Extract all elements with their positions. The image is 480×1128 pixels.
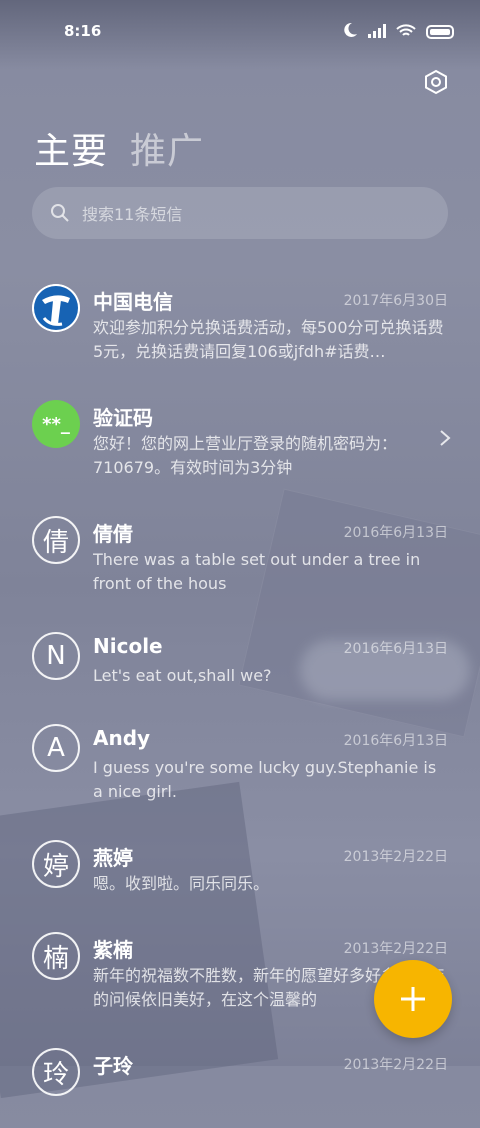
- wifi-icon: [396, 23, 416, 42]
- conversation-name: Andy: [93, 726, 151, 750]
- conversation-item[interactable]: 玲 子玲 2013年2月22日: [0, 1036, 480, 1128]
- conversation-date: 2016年6月13日: [343, 733, 448, 749]
- conversation-name: 燕婷: [93, 846, 133, 870]
- conversation-date: 2013年2月22日: [343, 849, 448, 865]
- battery-icon: [426, 25, 454, 39]
- avatar: 婷: [32, 840, 80, 888]
- conversation-item[interactable]: 倩 倩倩 2016年6月13日 There was a table set ou…: [0, 504, 480, 620]
- conversation-name: Nicole: [93, 634, 163, 658]
- conversation-preview: Let's eat out,shall we?: [93, 666, 272, 685]
- avatar: 玲: [32, 1048, 80, 1096]
- conversation-date: 2013年2月22日: [343, 1057, 448, 1073]
- conversation-name: 验证码: [93, 406, 153, 430]
- conversation-preview: 欢迎参加积分兑换话费活动，每500分可兑换话费5元，兑换话费请回复106或jfd…: [93, 318, 444, 361]
- conversation-name: 倩倩: [93, 522, 133, 546]
- conversation-date: 2013年2月22日: [343, 941, 448, 957]
- gear-icon: [425, 69, 447, 95]
- tab-main[interactable]: 主要: [34, 122, 108, 174]
- avatar: A: [32, 724, 80, 772]
- tab-bar: 主要 推广: [34, 122, 204, 174]
- moon-icon: [342, 22, 358, 42]
- search-input[interactable]: 搜索11条短信: [32, 187, 448, 239]
- conversation-preview: 嗯。收到啦。同乐同乐。: [93, 874, 270, 893]
- status-bar: 8:16: [0, 0, 480, 62]
- conversation-preview: 您好！您的网上营业厅登录的随机密码为：710679。有效时间为3分钟: [93, 434, 398, 477]
- status-time: 8:16: [64, 22, 102, 40]
- search-placeholder: 搜索11条短信: [82, 205, 183, 224]
- conversation-item[interactable]: 婷 燕婷 2013年2月22日 嗯。收到啦。同乐同乐。: [0, 828, 480, 920]
- conversation-item[interactable]: N Nicole 2016年6月13日 Let's eat out,shall …: [0, 620, 480, 712]
- chevron-right-icon: [440, 430, 451, 446]
- conversation-name: 中国电信: [93, 290, 173, 314]
- conversation-item[interactable]: A Andy 2016年6月13日 I guess you're some lu…: [0, 712, 480, 828]
- avatar: 楠: [32, 932, 80, 980]
- plus-icon: [401, 987, 425, 1011]
- conversation-name: 子玲: [93, 1054, 133, 1078]
- avatar: N: [32, 632, 80, 680]
- conversation-preview: There was a table set out under a tree i…: [93, 550, 421, 593]
- conversation-date: 2016年6月13日: [343, 525, 448, 541]
- verification-code-avatar: **_: [32, 400, 80, 448]
- settings-button[interactable]: [420, 66, 452, 98]
- signal-icon: [368, 23, 386, 42]
- telecom-logo-avatar: [32, 284, 80, 332]
- conversation-date: 2016年6月13日: [343, 641, 448, 657]
- conversation-name: 紫楠: [93, 938, 133, 962]
- compose-button[interactable]: [374, 960, 452, 1038]
- tab-promotions[interactable]: 推广: [130, 122, 204, 174]
- status-icons: [342, 22, 454, 42]
- search-icon: [51, 204, 69, 222]
- conversation-item[interactable]: 中国电信 2017年6月30日 欢迎参加积分兑换话费活动，每500分可兑换话费5…: [0, 272, 480, 388]
- conversation-date: 2017年6月30日: [343, 293, 448, 309]
- avatar: 倩: [32, 516, 80, 564]
- conversation-item[interactable]: **_ 验证码 您好！您的网上营业厅登录的随机密码为：710679。有效时间为3…: [0, 388, 480, 504]
- conversation-preview: I guess you're some lucky guy.Stephanie …: [93, 758, 437, 801]
